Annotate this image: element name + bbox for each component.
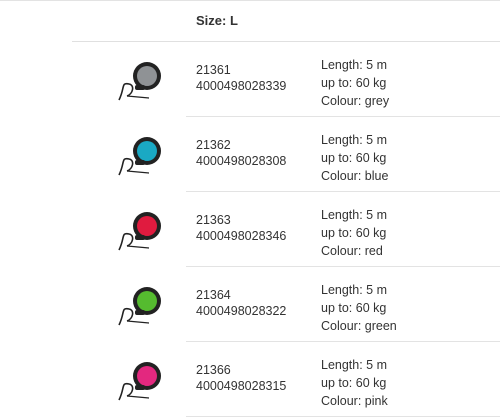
size-header: Size: L [72,1,500,42]
colour-text: Colour: blue [321,169,389,183]
colour-text: Colour: green [321,319,397,333]
length-text: Length: 5 m [321,208,388,222]
length-text: Length: 5 m [321,133,388,147]
weight-text: up to: 60 kg [321,301,387,315]
leash-image [118,362,161,401]
colour-text: Colour: pink [321,394,388,408]
weight-text: up to: 60 kg [321,226,387,240]
product-row: 21364 4000498028322 Length: 5 m up to: 6… [0,267,500,342]
weight-text: up to: 60 kg [321,376,387,390]
leash-image [118,137,161,176]
length-text: Length: 5 m [321,358,388,372]
article-number: 21363 [196,213,231,227]
leash-image [118,62,161,101]
length-text: Length: 5 m [321,283,388,297]
weight-text: up to: 60 kg [321,151,387,165]
article-number: 21364 [196,288,231,302]
weight-text: up to: 60 kg [321,76,387,90]
size-label: Size: L [196,13,238,28]
ean-number: 4000498028346 [196,229,287,243]
leash-image [118,212,161,251]
product-row: 21361 4000498028339 Length: 5 m up to: 6… [0,42,500,117]
article-number: 21362 [196,138,231,152]
product-row: 21366 4000498028315 Length: 5 m up to: 6… [0,342,500,417]
product-row: 21363 4000498028346 Length: 5 m up to: 6… [0,192,500,267]
ean-number: 4000498028339 [196,79,287,93]
colour-text: Colour: grey [321,94,390,108]
leash-image [118,287,161,326]
ean-number: 4000498028315 [196,379,287,393]
article-number: 21361 [196,63,231,77]
colour-text: Colour: red [321,244,383,258]
product-row: 21362 4000498028308 Length: 5 m up to: 6… [0,117,500,192]
ean-number: 4000498028322 [196,304,287,318]
article-number: 21366 [196,363,231,377]
ean-number: 4000498028308 [196,154,287,168]
length-text: Length: 5 m [321,58,388,72]
